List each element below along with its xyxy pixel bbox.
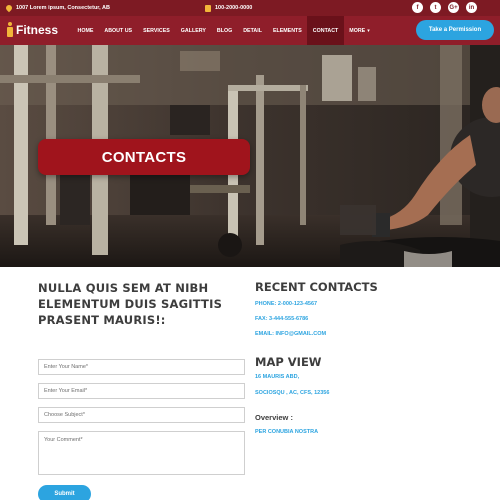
contact-fax-link[interactable]: FAX: 3-444-555-6786	[255, 316, 308, 322]
nav-item-gallery[interactable]: GALLERY	[175, 16, 211, 45]
nav-menu: HOME ABOUT US SERVICES GALLERY BLOG DETA…	[72, 16, 375, 45]
address-text: 1007 Lorem ipsum, Consectetur, AB	[16, 5, 110, 11]
phone-info: 100-2000-0000	[205, 3, 252, 13]
location-pin-icon	[4, 3, 14, 13]
nav-item-services[interactable]: SERVICES	[138, 16, 176, 45]
nav-item-about-us[interactable]: ABOUT US	[99, 16, 138, 45]
address-info: 1007 Lorem ipsum, Consectetur, AB	[4, 3, 110, 13]
nav-item-contact[interactable]: CONTACT	[307, 16, 344, 45]
take-permission-button[interactable]: Take a Permission	[416, 20, 494, 40]
nav-item-more[interactable]: MORE ▾	[344, 16, 375, 45]
social-links: f t G+ in	[412, 2, 477, 13]
linkedin-icon[interactable]: in	[466, 2, 477, 13]
page-title-banner: CONTACTS	[38, 139, 250, 175]
brand-name: Fitness	[16, 22, 59, 37]
map-view-heading: MAP VIEW	[255, 355, 322, 369]
contact-phone-link[interactable]: PHONE: 2-000-123-4567	[255, 301, 317, 307]
phone-icon	[205, 4, 211, 12]
name-input-placeholder: Enter Your Name*	[44, 364, 89, 370]
nav-more-label: MORE	[349, 27, 366, 34]
comment-textarea[interactable]: Your Comment*	[38, 431, 245, 475]
contact-email-link[interactable]: EMAIL: INFO@GMAIL.COM	[255, 331, 326, 337]
nav-item-blog[interactable]: BLOG	[211, 16, 237, 45]
fitness-person-icon	[6, 22, 14, 37]
email-input[interactable]: Enter Your Email*	[38, 383, 245, 399]
hero-section: CONTACTS	[0, 45, 500, 267]
nav-item-home[interactable]: HOME	[72, 16, 99, 45]
recent-contacts-heading: RECENT CONTACTS	[255, 280, 378, 294]
email-input-placeholder: Enter Your Email*	[44, 388, 88, 394]
brand-logo[interactable]: Fitness	[6, 22, 58, 37]
top-bar: 1007 Lorem ipsum, Consectetur, AB 100-20…	[0, 0, 500, 16]
nav-item-elements[interactable]: ELEMENTS	[267, 16, 307, 45]
subject-select-placeholder: Choose Subject*	[44, 412, 85, 418]
main-navbar: Fitness HOME ABOUT US SERVICES GALLERY B…	[0, 16, 500, 45]
twitter-icon[interactable]: t	[430, 2, 441, 13]
map-address-line2: SOCIOSQU , AC, CFS, 12356	[255, 390, 330, 396]
overview-text: PER CONUBIA NOSTRA	[255, 429, 319, 435]
chevron-down-icon: ▾	[367, 27, 370, 34]
google-plus-icon[interactable]: G+	[448, 2, 459, 13]
name-input[interactable]: Enter Your Name*	[38, 359, 245, 375]
comment-textarea-placeholder: Your Comment*	[44, 437, 83, 443]
facebook-icon[interactable]: f	[412, 2, 423, 13]
nav-item-detail[interactable]: DETAIL	[238, 16, 268, 45]
submit-button[interactable]: Submit	[38, 485, 91, 500]
map-address-line1: 16 MAURIS ABD,	[255, 374, 300, 380]
form-heading: NULLA QUIS SEM AT NIBH ELEMENTUM DUIS SA…	[38, 281, 223, 327]
phone-text: 100-2000-0000	[215, 5, 253, 11]
subject-select[interactable]: Choose Subject*	[38, 407, 245, 423]
overview-label: Overview :	[255, 413, 293, 422]
